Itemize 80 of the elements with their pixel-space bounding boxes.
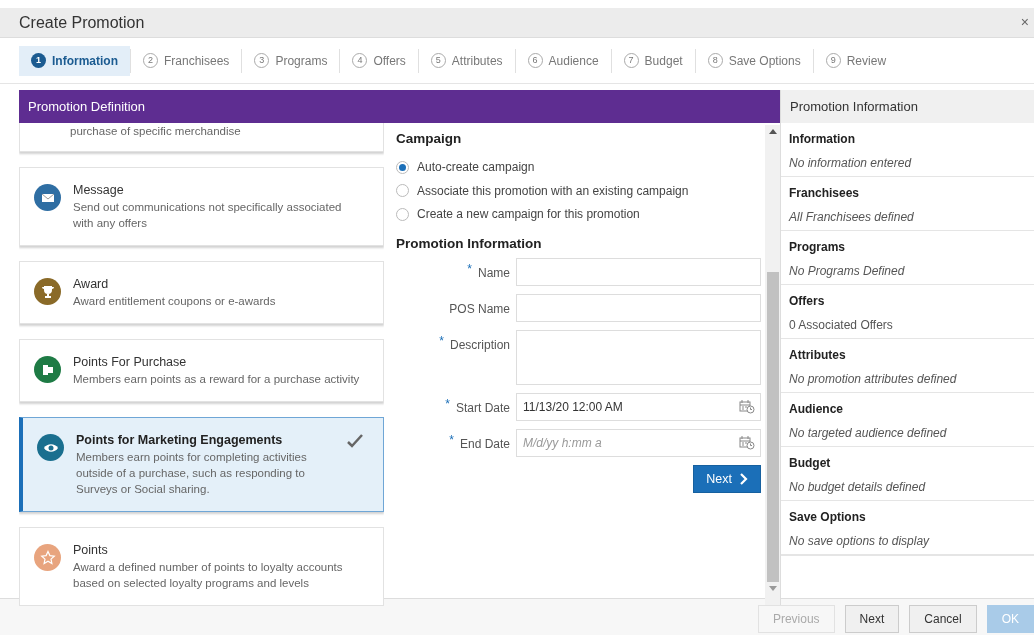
footer-button[interactable]: Cancel	[909, 604, 977, 633]
summary-heading: Budget	[789, 455, 832, 472]
field-label: End Date	[459, 436, 510, 453]
card-description: Award a defined number of points to loyalty accounts based on selected loyalty programs and levels	[73, 560, 344, 591]
input-field[interactable]	[516, 258, 761, 286]
summary-heading: Save Options	[789, 509, 867, 526]
promotion-type-card[interactable]: Award Award entitlement coupons or e-awards	[19, 261, 384, 324]
date-field[interactable]: M/d/yy h:mm a	[516, 429, 761, 457]
summary-text: No save options to display	[789, 533, 930, 550]
promotion-type-card[interactable]: Message Send out communications not specifically associated with any offers	[19, 167, 384, 246]
scrollbar-thumb[interactable]	[766, 272, 779, 582]
chevron-right-icon	[740, 473, 748, 485]
step-tab[interactable]: 9 Review	[813, 45, 899, 76]
panel-header: Promotion Information	[781, 90, 1034, 123]
radio-option[interactable]: Associate this promotion with an existing campaign	[396, 178, 761, 203]
summary-heading: Franchisees	[789, 185, 861, 202]
dialog-title: Create Promotion	[19, 12, 145, 33]
step-tab[interactable]: 1 Information	[19, 45, 130, 76]
summary-text: No targeted audience defined	[789, 425, 947, 442]
required-marker: *	[467, 261, 472, 278]
scrollbar[interactable]	[765, 125, 780, 606]
summary-heading: Audience	[789, 401, 844, 418]
promotion-type-card[interactable]: Points Award a defined number of points to loyalty accounts based on selected loyalty programs and levels	[19, 527, 384, 606]
card-title: Points	[73, 542, 109, 558]
summary-text: No information entered	[789, 155, 912, 172]
required-marker: *	[449, 432, 454, 449]
input-field[interactable]	[516, 294, 761, 322]
card-title: Points For Purchase	[73, 354, 188, 370]
radio-option[interactable]: Create a new campaign for this promotion	[396, 202, 761, 226]
required-marker: *	[439, 333, 444, 350]
section-header: Promotion Definition	[19, 90, 780, 123]
scroll-down-icon[interactable]	[768, 586, 777, 591]
field-label: Start Date	[455, 400, 510, 417]
summary-heading: Attributes	[789, 347, 847, 364]
summary-text: 0 Associated Offers	[789, 317, 893, 334]
summary-heading: Information	[789, 131, 856, 148]
field-label: POS Name	[449, 301, 510, 318]
step-tab[interactable]: 5 Attributes	[418, 45, 515, 76]
summary-text: No Programs Defined	[789, 263, 905, 280]
scroll-up-icon[interactable]	[768, 129, 777, 134]
card-description: Award entitlement coupons or e-awards	[73, 294, 277, 309]
summary-text: No budget details defined	[789, 479, 926, 496]
summary-heading: Offers	[789, 293, 826, 310]
card-description: Send out communications not specifically associated with any offers	[73, 200, 343, 231]
required-marker: *	[445, 396, 450, 413]
radio-button[interactable]	[396, 184, 409, 197]
calendar-icon[interactable]	[739, 435, 755, 450]
calendar-icon[interactable]	[739, 399, 755, 414]
card-title: Award	[73, 276, 110, 292]
step-tab[interactable]: 6 Audience	[515, 45, 611, 76]
footer-button[interactable]: Next	[844, 604, 900, 633]
close-button[interactable]: ×	[1020, 12, 1029, 33]
promotion-type-card[interactable]: Points for Marketing Engagements Members earn points for completing activities outside of a purchase, such as responding to Surveys or Social sharing.	[19, 417, 384, 512]
card-description: Members earn points for completing activities outside of a purchase, such as responding to Surveys or Social sharing.	[76, 450, 308, 497]
promotion-type-card[interactable]: Points For Purchase Members earn points as a reward for a purchase activity	[19, 339, 384, 402]
step-tab[interactable]: 2 Franchisees	[131, 45, 242, 76]
field-label: Description	[449, 337, 510, 354]
date-field[interactable]: 11/13/20 12:00 AM	[516, 393, 761, 421]
checkmark-icon	[347, 434, 363, 448]
step-tab[interactable]: 7 Budget	[611, 45, 695, 76]
step-tab[interactable]: 4 Offers	[340, 45, 418, 76]
summary-heading: Programs	[789, 239, 847, 256]
section-heading: Campaign	[396, 130, 463, 148]
card-title: Points for Marketing Engagements	[76, 432, 284, 448]
card-description: Members earn points as a reward for a purchase activity	[73, 372, 361, 387]
text-area[interactable]	[516, 330, 761, 385]
step-tab[interactable]: 8 Save Options	[695, 45, 813, 76]
radio-button[interactable]	[396, 207, 409, 221]
card-title: Message	[73, 182, 125, 198]
radio-button[interactable]	[396, 160, 409, 174]
step-number: 1	[31, 53, 46, 68]
next-button[interactable]: Next	[693, 465, 761, 493]
section-heading: Promotion Information	[396, 234, 543, 253]
card-description: purchase of specific merchandise	[70, 124, 242, 139]
radio-option[interactable]: Auto-create campaign	[396, 155, 761, 179]
summary-text: All Franchisees defined	[789, 209, 914, 226]
summary-text: No promotion attributes defined	[789, 371, 957, 388]
field-label: Name	[478, 265, 510, 282]
promotion-type-card[interactable]: purchase of specific merchandise	[19, 123, 384, 152]
step-tab[interactable]: 3 Programs	[242, 45, 340, 76]
